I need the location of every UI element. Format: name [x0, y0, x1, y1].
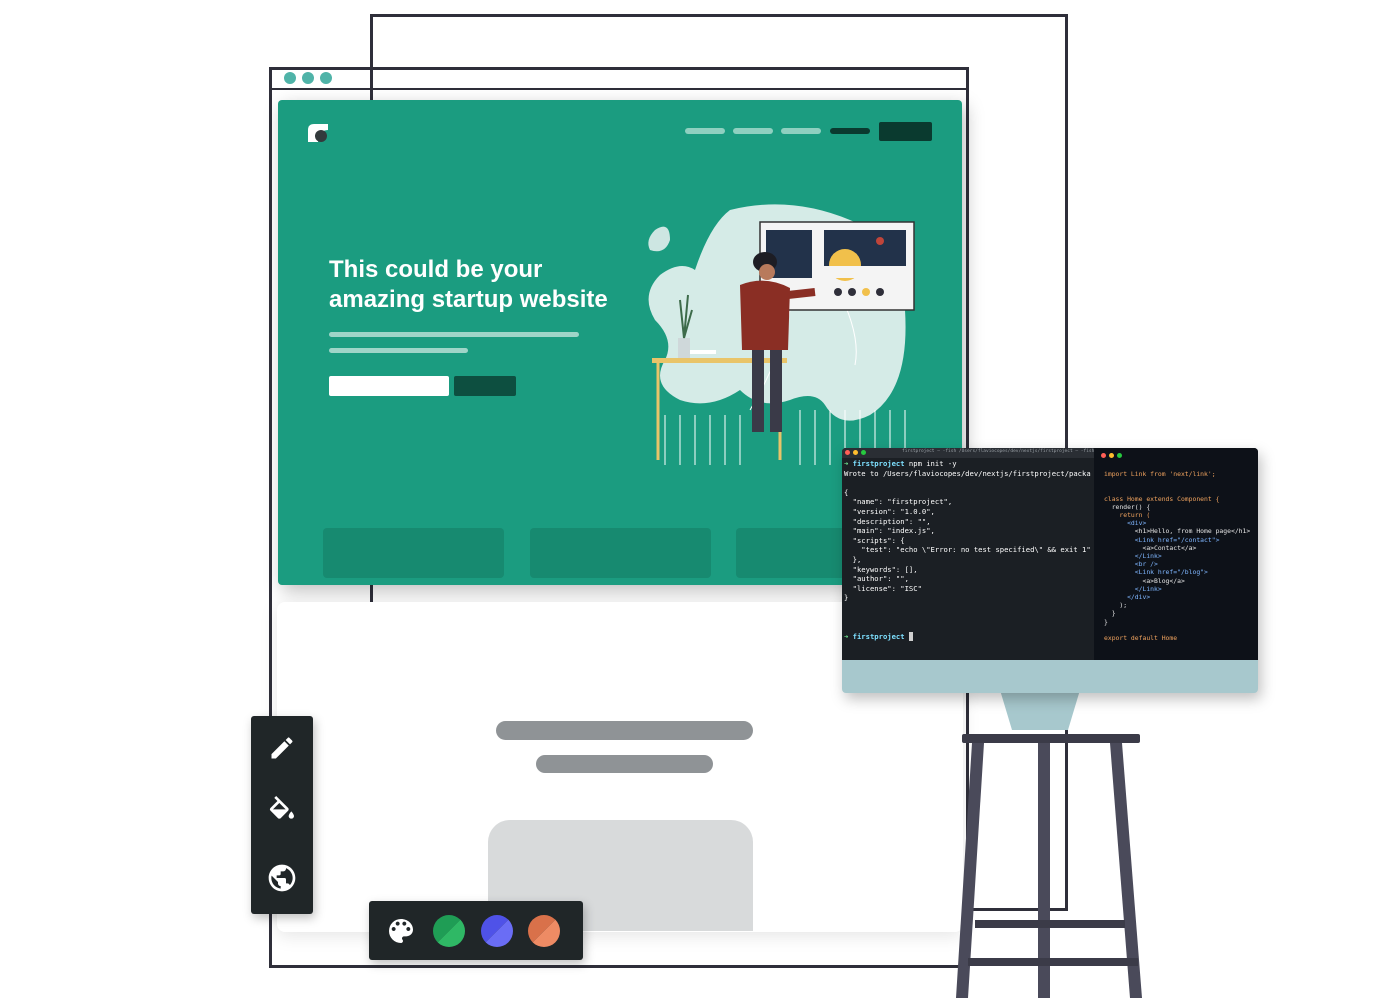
hero-headline-line2: amazing startup website	[329, 286, 608, 313]
content-subtitle-placeholder	[536, 755, 713, 773]
feature-card-2[interactable]	[530, 528, 711, 578]
hero-text-placeholder-1	[329, 332, 579, 337]
code-line-0: import Link from 'next/link';	[1104, 470, 1216, 478]
terminal-line-6: "main": "index.js",	[844, 526, 935, 536]
code-editor[interactable]: import Link from 'next/link'; class Home…	[1094, 448, 1258, 660]
code-line-4: render() {	[1104, 502, 1151, 511]
nav-cta-button[interactable]	[879, 122, 932, 141]
code-line-15: </div>	[1104, 593, 1151, 602]
terminal-prompt-dir: firstproject	[852, 459, 905, 468]
nav-link-2[interactable]	[733, 128, 773, 134]
window-dot-minimize[interactable]	[302, 72, 314, 84]
code-line-9: <a>Contact</a>	[1104, 543, 1197, 552]
terminal-line-8: "test": "echo \"Error: no test specified…	[844, 545, 1091, 555]
feature-card-3[interactable]	[736, 528, 856, 578]
terminal-line-4: "version": "1.0.0",	[844, 506, 935, 516]
code-line-10: </Link>	[1104, 552, 1162, 561]
code-line-6: <div>	[1104, 519, 1147, 528]
terminal-line-9: },	[844, 554, 862, 564]
code-line-3: class Home extends Component {	[1104, 494, 1220, 503]
code-line-7: <h1>Hello, from Home page</h1>	[1104, 527, 1251, 536]
terminal-line-10: "keywords": [],	[844, 564, 918, 574]
editing-toolbar	[251, 716, 313, 914]
palette-icon[interactable]	[385, 915, 417, 947]
browser-title-divider	[272, 88, 966, 90]
feature-card-1[interactable]	[323, 528, 504, 578]
hero-headline: This could be your amazing startup websi…	[329, 255, 649, 315]
code-line-14: </Link>	[1104, 584, 1162, 593]
code-line-20: export default Home	[1104, 634, 1178, 643]
code-line-8: <Link href="/contact">	[1104, 535, 1220, 544]
terminal-line-11: "author": "",	[844, 574, 909, 584]
nav-link-3[interactable]	[781, 128, 821, 134]
site-logo-icon[interactable]	[306, 122, 330, 144]
monitor-stool	[956, 690, 1142, 998]
terminal-final-prompt-dir: firstproject	[852, 631, 905, 641]
code-line-12: <Link href="/blog">	[1104, 568, 1208, 577]
terminal-line-0: Wrote to /Users/flaviocopes/dev/nextjs/f…	[844, 468, 1091, 478]
code-line-5: return (	[1104, 511, 1151, 520]
globe-icon[interactable]	[266, 862, 298, 894]
code-line-16: );	[1104, 601, 1128, 610]
hero-email-input[interactable]	[329, 376, 449, 396]
terminal-line-7: "scripts": {	[844, 535, 905, 545]
swatch-orange[interactable]	[528, 915, 560, 947]
terminal-title-text: firstproject — -fish /Users/flaviocopes/…	[902, 449, 1108, 454]
nav-link-1[interactable]	[685, 128, 725, 134]
pencil-icon[interactable]	[266, 732, 298, 764]
monitor-screen: firstproject — -fish /Users/flaviocopes/…	[842, 448, 1258, 660]
code-editor-text: import Link from 'next/link'; class Home…	[1104, 470, 1258, 642]
terminal-line-13: }	[844, 593, 849, 603]
terminal-line-5: "description": "",	[844, 516, 931, 526]
hero-illustration	[648, 204, 915, 465]
code-line-18: }	[1104, 617, 1108, 626]
window-dot-maximize[interactable]	[320, 72, 332, 84]
hero-submit-button[interactable]	[454, 376, 516, 396]
color-palette-bar	[369, 901, 583, 960]
content-title-placeholder	[496, 721, 753, 740]
terminal-command: npm init -y	[908, 459, 957, 468]
paint-bucket-icon[interactable]	[266, 796, 298, 828]
terminal-titlebar: firstproject — -fish /Users/flaviocopes/…	[842, 448, 1108, 458]
terminal-window[interactable]: firstproject — -fish /Users/flaviocopes/…	[842, 448, 1108, 660]
swatch-indigo[interactable]	[481, 915, 513, 947]
terminal-line-3: "name": "firstproject",	[844, 497, 953, 507]
code-line-13: <a>Blog</a>	[1104, 576, 1185, 585]
terminal-output: ➜ firstproject npm init -y Wrote to /Use…	[844, 459, 1091, 641]
swatch-green[interactable]	[433, 915, 465, 947]
terminal-line-12: "license": "ISC"	[844, 583, 922, 593]
nav-link-4[interactable]	[830, 128, 870, 134]
hero-text-placeholder-2	[329, 348, 468, 353]
code-line-17: }	[1104, 609, 1116, 618]
window-dot-close[interactable]	[284, 72, 296, 84]
hero-headline-line1: This could be your	[329, 256, 543, 283]
terminal-line-2: {	[844, 487, 849, 497]
code-line-11: <br />	[1104, 560, 1158, 569]
